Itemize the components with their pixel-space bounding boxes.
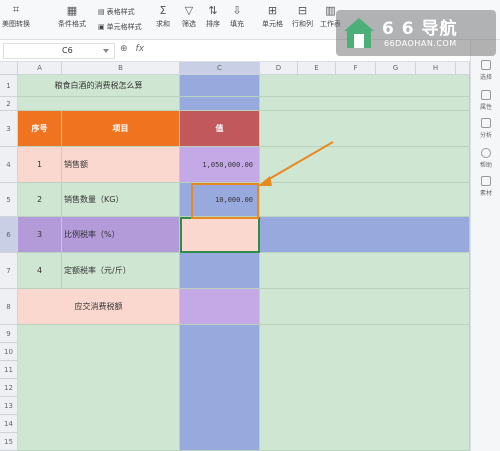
column-header[interactable]: H (416, 62, 456, 75)
analysis-icon (481, 118, 491, 128)
column-header[interactable]: D (260, 62, 298, 75)
cell-no[interactable]: 4 (18, 253, 62, 289)
row-header[interactable]: 4 (0, 147, 18, 183)
cell[interactable] (18, 97, 180, 111)
zoom-icon[interactable]: ⊕ (120, 44, 128, 54)
ribbon-button-cell[interactable]: ⊞ 单元格 (262, 4, 283, 36)
header-value[interactable]: 值 (180, 111, 260, 147)
cell[interactable] (180, 75, 260, 97)
row-header[interactable]: 1 (0, 75, 18, 97)
column-header[interactable]: B (62, 62, 180, 75)
ribbon-button-cell-style[interactable]: ▣ 单元格样式 (98, 22, 142, 32)
cell[interactable] (260, 75, 470, 97)
property-icon (481, 90, 491, 100)
select-all-corner[interactable] (0, 62, 18, 75)
filter-icon: ▽ (184, 3, 194, 17)
ribbon-button-sum[interactable]: Σ 求和 (156, 4, 170, 36)
cell-range-empty[interactable] (18, 325, 180, 451)
ribbon-button-row-col[interactable]: ⊟ 行和列 (292, 4, 313, 36)
cell-no[interactable]: 2 (18, 183, 62, 217)
row-header[interactable]: 10 (0, 343, 18, 361)
watermark-sub-text: 66DAOHAN.COM (384, 39, 457, 48)
cell[interactable] (260, 111, 470, 147)
row-header[interactable]: 3 (0, 111, 18, 147)
ribbon-button-fill[interactable]: ⇩ 填充 (230, 4, 244, 36)
row-header[interactable]: 13 (0, 397, 18, 415)
sort-icon: ⇅ (208, 3, 218, 17)
cell-item[interactable]: 定额税率（元/斤） (62, 253, 180, 289)
column-header[interactable]: F (336, 62, 376, 75)
cell-item[interactable]: 销售额 (62, 147, 180, 183)
fx-icon[interactable]: fx (136, 44, 145, 54)
cell[interactable] (180, 97, 260, 111)
cell[interactable] (260, 183, 470, 217)
column-header[interactable]: C (180, 62, 260, 75)
sheet-title[interactable]: 粮食白酒的消费税怎么算 (18, 75, 180, 97)
row-header[interactable]: 12 (0, 379, 18, 397)
fill-icon: ⇩ (232, 3, 242, 17)
ribbon-button-sort[interactable]: ⇅ 排序 (206, 4, 220, 36)
sum-icon: Σ (159, 3, 167, 17)
name-box[interactable]: C6 (3, 43, 115, 59)
header-item[interactable]: 项目 (62, 111, 180, 147)
right-sidebar: 选择 属性 分析 帮助 素材 (470, 40, 500, 451)
row-header[interactable]: 14 (0, 415, 18, 433)
watermark-logo: 6 6 导航 66DAOHAN.COM (336, 10, 496, 56)
cell[interactable] (260, 97, 470, 111)
sidebar-item-property[interactable]: 属性 (471, 90, 500, 111)
selected-cell-c6[interactable] (180, 217, 260, 253)
cell[interactable] (260, 217, 470, 253)
spreadsheet-grid: A B C D E F G H 1 2 3 4 5 6 7 8 9 10 11 … (0, 62, 470, 451)
column-header[interactable]: A (18, 62, 62, 75)
cell-value[interactable]: 10,000.00 (180, 183, 260, 217)
cell[interactable] (260, 289, 470, 325)
material-icon (481, 176, 491, 186)
cell[interactable] (260, 253, 470, 289)
ribbon-button-crop[interactable]: ⌗ 美图转换 (2, 3, 30, 36)
row-header[interactable]: 9 (0, 325, 18, 343)
row-col-icon: ⊟ (297, 3, 308, 17)
row-header[interactable]: 11 (0, 361, 18, 379)
sidebar-item-analysis[interactable]: 分析 (471, 118, 500, 139)
cell-item[interactable]: 销售数量（KG） (62, 183, 180, 217)
column-header[interactable]: E (298, 62, 336, 75)
ribbon-button-filter[interactable]: ▽ 筛选 (182, 4, 196, 36)
row-header[interactable]: 2 (0, 97, 18, 111)
sidebar-item-material[interactable]: 素材 (471, 176, 500, 197)
cell-item[interactable]: 比例税率（%） (62, 217, 180, 253)
row-header[interactable]: 6 (0, 217, 18, 253)
column-header-extra[interactable] (456, 62, 470, 75)
cell-value[interactable]: 1,050,000.00 (180, 147, 260, 183)
watermark-main-text: 6 6 导航 (382, 19, 458, 39)
table-style-icon: ▤ (98, 8, 105, 16)
grid-icon: ▦ (66, 3, 78, 17)
cell-total-label[interactable]: 应交消费税额 (18, 289, 180, 325)
cell-icon: ⊞ (267, 3, 278, 17)
cursor-icon (481, 60, 491, 70)
cell-range-empty[interactable] (260, 325, 470, 451)
column-header[interactable]: G (376, 62, 416, 75)
cell-range-empty[interactable] (180, 325, 260, 451)
sheet-icon: ▥ (325, 3, 336, 17)
cell-style-icon: ▣ (98, 23, 105, 31)
sidebar-item-select[interactable]: 选择 (471, 60, 500, 81)
row-header[interactable]: 8 (0, 289, 18, 325)
ribbon-button-table-style[interactable]: ▤ 表格样式 (98, 7, 135, 17)
cell-no[interactable]: 3 (18, 217, 62, 253)
cell[interactable] (260, 147, 470, 183)
formula-icons: ⊕ fx (120, 44, 144, 54)
header-no[interactable]: 序号 (18, 111, 62, 147)
ribbon-button-conditional-format[interactable]: ▦ 条件格式 (58, 4, 86, 36)
row-header[interactable]: 7 (0, 253, 18, 289)
sidebar-item-help[interactable]: 帮助 (471, 148, 500, 169)
row-header[interactable]: 5 (0, 183, 18, 217)
cell-value[interactable] (180, 289, 260, 325)
row-header[interactable]: 15 (0, 433, 18, 451)
cell-value[interactable] (180, 253, 260, 289)
help-icon (481, 148, 491, 158)
cell-no[interactable]: 1 (18, 147, 62, 183)
house-logo-icon (344, 18, 374, 48)
crop-icon: ⌗ (12, 3, 20, 16)
